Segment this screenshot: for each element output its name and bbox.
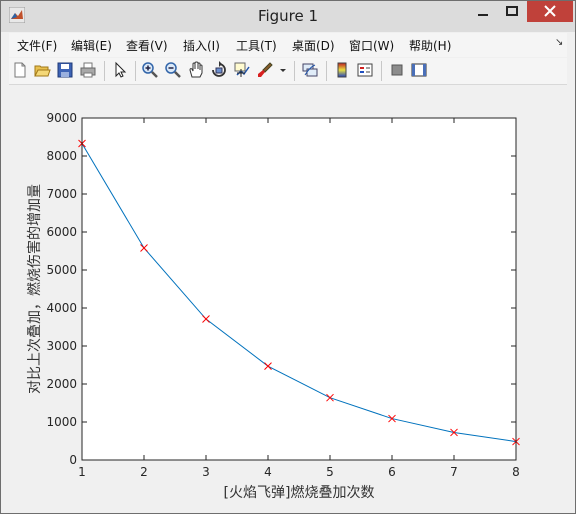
figure-canvas: 1 2 3 4 5 6 7 8 0 1000 2000 3000 4000 5000 6000 7000 80… bbox=[9, 85, 569, 510]
minimize-button[interactable] bbox=[469, 1, 497, 22]
menu-bar: 文件(F) 编辑(E) 查看(V) 插入(I) 工具(T) 桌面(D) 窗口(W… bbox=[9, 33, 567, 57]
toolbar-separator bbox=[294, 61, 295, 81]
close-button[interactable] bbox=[527, 1, 573, 22]
title-bar[interactable]: Figure 1 bbox=[1, 1, 575, 32]
hide-plot-tools-icon[interactable] bbox=[388, 61, 406, 79]
zoom-out-icon[interactable] bbox=[164, 61, 182, 79]
menu-insert[interactable]: 插入(I) bbox=[183, 37, 220, 54]
toolbar-separator bbox=[104, 61, 105, 81]
x-tick-label: 6 bbox=[388, 465, 396, 479]
chevron-down-icon[interactable] bbox=[277, 61, 289, 79]
show-plot-tools-icon[interactable] bbox=[410, 61, 428, 79]
y-tick-label: 5000 bbox=[46, 263, 77, 277]
x-tick-label: 1 bbox=[78, 465, 86, 479]
y-tick-label: 0 bbox=[69, 453, 77, 467]
colorbar-icon[interactable] bbox=[333, 61, 351, 79]
toolbar-separator bbox=[381, 61, 382, 81]
print-icon[interactable] bbox=[79, 61, 97, 79]
x-tick-label: 5 bbox=[326, 465, 334, 479]
menu-file[interactable]: 文件(F) bbox=[17, 37, 57, 54]
figure-window: Figure 1 文件(F) 编辑(E) 查看(V) 插入(I) 工具(T) 桌… bbox=[0, 0, 576, 514]
y-tick-label: 2000 bbox=[46, 377, 77, 391]
x-tick-label: 3 bbox=[202, 465, 210, 479]
toolbar-separator bbox=[135, 61, 136, 81]
y-tick-label: 6000 bbox=[46, 225, 77, 239]
save-icon[interactable] bbox=[56, 61, 74, 79]
toolbar-separator bbox=[326, 61, 327, 81]
x-tick-label: 8 bbox=[512, 465, 520, 479]
pan-icon[interactable] bbox=[187, 61, 205, 79]
y-tick-label: 3000 bbox=[46, 339, 77, 353]
line-chart[interactable]: 1 2 3 4 5 6 7 8 0 1000 2000 3000 4000 5000 6000 7000 80… bbox=[9, 85, 569, 510]
toolbar bbox=[9, 58, 567, 85]
x-tick-label: 4 bbox=[264, 465, 272, 479]
data-cursor-icon[interactable] bbox=[233, 61, 251, 79]
menu-edit[interactable]: 编辑(E) bbox=[71, 37, 112, 54]
new-figure-icon[interactable] bbox=[11, 61, 29, 79]
zoom-in-icon[interactable] bbox=[141, 61, 159, 79]
menu-help[interactable]: 帮助(H) bbox=[409, 37, 451, 54]
y-tick-label: 1000 bbox=[46, 415, 77, 429]
menu-window[interactable]: 窗口(W) bbox=[349, 37, 394, 54]
link-plot-icon[interactable] bbox=[301, 61, 319, 79]
pointer-icon[interactable] bbox=[111, 61, 129, 79]
maximize-button[interactable] bbox=[498, 1, 526, 22]
y-axis-label: 对比上次叠加，燃烧伤害的增加量 bbox=[26, 184, 43, 394]
menu-tools[interactable]: 工具(T) bbox=[236, 37, 277, 54]
legend-icon[interactable] bbox=[356, 61, 374, 79]
brush-icon[interactable] bbox=[256, 61, 274, 79]
x-tick-label: 2 bbox=[140, 465, 148, 479]
y-tick-label: 9000 bbox=[46, 111, 77, 125]
open-icon[interactable] bbox=[33, 61, 51, 79]
y-tick-label: 8000 bbox=[46, 149, 77, 163]
y-tick-label: 7000 bbox=[46, 187, 77, 201]
menubar-dock-icon[interactable]: ↘ bbox=[555, 37, 563, 48]
axes-background bbox=[82, 118, 516, 460]
x-tick-label: 7 bbox=[450, 465, 458, 479]
close-icon bbox=[544, 5, 556, 17]
menu-desktop[interactable]: 桌面(D) bbox=[292, 37, 335, 54]
rotate-3d-icon[interactable] bbox=[210, 61, 228, 79]
minimize-icon bbox=[478, 14, 488, 16]
y-tick-labels: 0 1000 2000 3000 4000 5000 6000 7000 8000 9000 bbox=[46, 111, 77, 467]
maximize-icon bbox=[506, 6, 518, 16]
menu-view[interactable]: 查看(V) bbox=[126, 37, 168, 54]
y-tick-label: 4000 bbox=[46, 301, 77, 315]
x-tick-labels: 1 2 3 4 5 6 7 8 bbox=[78, 465, 520, 479]
x-axis-label: [火焰飞弹]燃烧叠加次数 bbox=[224, 484, 375, 501]
